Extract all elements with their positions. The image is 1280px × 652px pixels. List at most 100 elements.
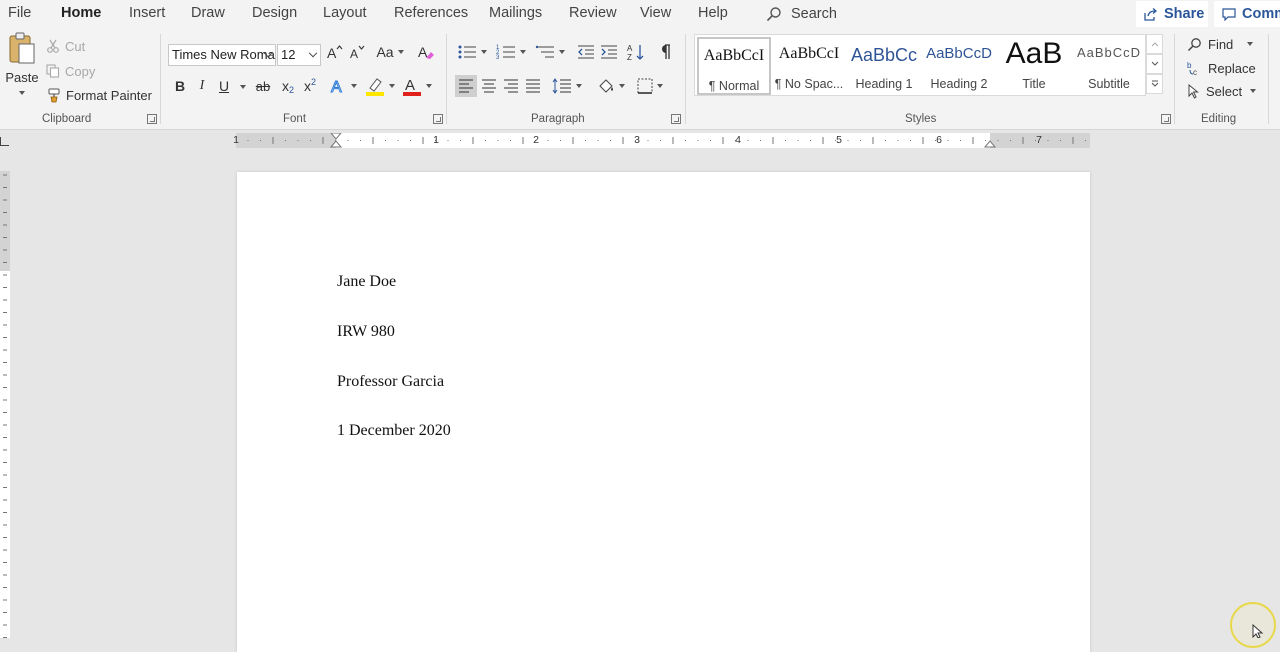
replace-label: Replace: [1208, 60, 1256, 76]
search-box[interactable]: Search: [766, 3, 837, 25]
multilevel-list-button[interactable]: [533, 41, 567, 63]
style-normal[interactable]: AaBbCcI ¶ Normal: [697, 37, 771, 95]
share-button[interactable]: Share: [1136, 1, 1208, 27]
styles-scroll-down[interactable]: [1146, 54, 1163, 74]
document-page[interactable]: Jane Doe IRW 980 Professor Garcia 1 Dece…: [237, 172, 1090, 652]
tab-view[interactable]: View: [640, 5, 671, 21]
tab-draw[interactable]: Draw: [191, 5, 225, 21]
tab-mailings[interactable]: Mailings: [489, 5, 542, 21]
paint-bucket-icon: [597, 77, 615, 95]
tab-insert[interactable]: Insert: [129, 5, 165, 21]
text-effects-button[interactable]: A: [327, 75, 359, 97]
underline-button[interactable]: U: [214, 75, 234, 97]
sort-icon: AZ: [627, 43, 645, 61]
select-label: Select: [1206, 83, 1243, 99]
line-spacing-button[interactable]: [550, 75, 584, 97]
subscript-button[interactable]: x2: [278, 75, 298, 97]
document-line[interactable]: 1 December 2020: [337, 422, 451, 440]
tab-selector[interactable]: [0, 137, 9, 146]
right-indent-marker[interactable]: [984, 133, 996, 148]
numbering-button[interactable]: 123: [494, 41, 528, 63]
share-label: Share: [1164, 6, 1205, 22]
align-center-button[interactable]: [478, 75, 500, 97]
first-line-indent-marker[interactable]: [330, 133, 342, 148]
styles-more-button[interactable]: [1146, 74, 1163, 94]
font-family-select[interactable]: Times New Roman: [168, 44, 276, 66]
paste-button[interactable]: Paste: [5, 32, 39, 108]
style-subtitle[interactable]: AaBbCcD Subtitle: [1072, 37, 1146, 95]
chevron-down-icon: [559, 50, 565, 54]
document-line[interactable]: IRW 980: [337, 323, 395, 341]
highlighter-icon: [365, 76, 385, 96]
style-no-spacing[interactable]: AaBbCcI ¶ No Spac...: [772, 37, 846, 95]
replace-button[interactable]: bc Replace: [1187, 58, 1256, 78]
paragraph-group-label: Paragraph: [531, 113, 585, 125]
tab-design[interactable]: Design: [252, 5, 297, 21]
font-launcher-icon[interactable]: [433, 114, 443, 124]
search-label: Search: [791, 6, 837, 22]
clear-formatting-button[interactable]: A: [415, 41, 437, 63]
tab-help[interactable]: Help: [698, 5, 728, 21]
borders-button[interactable]: [633, 75, 667, 97]
style-heading-1[interactable]: AaBbCc Heading 1: [847, 37, 921, 95]
justify-button[interactable]: [522, 75, 544, 97]
scissors-icon: [46, 39, 60, 53]
ruler-number: 7: [1036, 134, 1042, 146]
superscript-button[interactable]: x2: [300, 75, 320, 97]
find-button[interactable]: Find: [1187, 34, 1254, 54]
horizontal-ruler[interactable]: 1 1 2 3 4 5 6 7: [233, 133, 1090, 148]
tab-references[interactable]: References: [394, 5, 468, 21]
shrink-font-button[interactable]: A: [347, 41, 367, 63]
increase-indent-button[interactable]: [598, 41, 620, 63]
cut-button[interactable]: Cut: [46, 36, 85, 56]
sort-button[interactable]: AZ: [625, 41, 647, 63]
mouse-pointer-icon: [1252, 624, 1264, 638]
font-color-button[interactable]: A: [400, 75, 434, 97]
chevron-down-icon: [520, 50, 526, 54]
paste-dropdown-icon[interactable]: [19, 91, 25, 95]
increase-indent-icon: [600, 44, 618, 60]
comments-label: Comm: [1242, 6, 1280, 22]
superscript-mark: 2: [310, 77, 316, 87]
align-right-button[interactable]: [500, 75, 522, 97]
underline-dropdown-icon[interactable]: [240, 85, 246, 89]
styles-scroll-up[interactable]: [1146, 34, 1163, 54]
bold-button[interactable]: B: [170, 75, 190, 97]
change-case-button[interactable]: Aa: [373, 41, 407, 63]
styles-scroll: [1146, 34, 1163, 96]
styles-launcher-icon[interactable]: [1161, 114, 1171, 124]
tab-review[interactable]: Review: [569, 5, 617, 21]
chevron-down-icon: [397, 50, 404, 54]
grow-font-button[interactable]: A: [325, 41, 345, 63]
comment-icon: [1222, 7, 1236, 21]
tab-layout[interactable]: Layout: [323, 5, 367, 21]
shading-button[interactable]: [594, 75, 628, 97]
italic-button[interactable]: I: [193, 75, 211, 97]
svg-text:Z: Z: [627, 53, 632, 61]
font-size-select[interactable]: 12: [277, 44, 321, 66]
clipboard-launcher-icon[interactable]: [147, 114, 157, 124]
find-icon: [1187, 37, 1202, 52]
highlight-color-button[interactable]: [363, 75, 397, 97]
format-painter-button[interactable]: Format Painter: [46, 85, 152, 105]
style-heading-2[interactable]: AaBbCcD Heading 2: [922, 37, 996, 95]
style-title[interactable]: AaB Title: [997, 37, 1071, 95]
tab-file[interactable]: File: [8, 5, 31, 21]
vertical-ruler[interactable]: [0, 171, 10, 638]
select-button[interactable]: Select: [1187, 81, 1257, 101]
document-line[interactable]: Professor Garcia: [337, 373, 444, 391]
copy-button[interactable]: Copy: [46, 61, 95, 81]
align-left-button[interactable]: [455, 75, 477, 97]
decrease-indent-button[interactable]: [575, 41, 597, 63]
document-line[interactable]: Jane Doe: [337, 273, 396, 291]
ruler-number: 1: [233, 134, 239, 146]
comments-button[interactable]: Comm: [1214, 1, 1280, 27]
strikethrough-button[interactable]: ab: [252, 75, 274, 97]
paragraph-launcher-icon[interactable]: [671, 114, 681, 124]
style-preview: AaBbCcD: [926, 45, 992, 62]
show-formatting-marks-button[interactable]: [654, 41, 676, 63]
font-size-value: 12: [281, 47, 296, 62]
group-divider: [1174, 34, 1175, 124]
tab-home[interactable]: Home: [61, 5, 102, 31]
bullets-button[interactable]: [455, 41, 489, 63]
